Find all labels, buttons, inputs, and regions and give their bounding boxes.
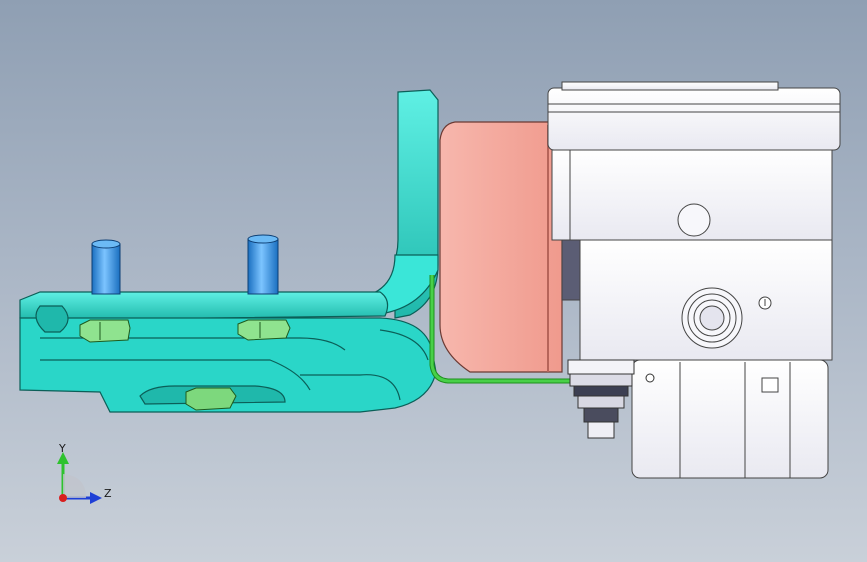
port-main[interactable]	[681, 287, 743, 349]
model-scene[interactable]	[0, 0, 867, 562]
bracket-upper-plate[interactable]	[19, 291, 389, 321]
triad-y-label: Y	[59, 442, 66, 455]
connector-tab[interactable]	[761, 377, 779, 393]
mounting-bracket[interactable]	[19, 89, 439, 413]
housing-ecu-cover[interactable]	[631, 359, 829, 479]
triad-rotation-arc	[63, 474, 86, 498]
port-upper[interactable]	[677, 203, 711, 237]
bracket-slot-left	[35, 305, 69, 333]
housing-valve-side	[561, 239, 581, 301]
studs	[91, 234, 279, 295]
x-axis-dot-icon	[59, 494, 67, 502]
housing-top-lip	[561, 81, 779, 91]
cad-viewport[interactable]: Y Z	[0, 0, 867, 562]
z-axis-arrow-icon	[90, 492, 102, 504]
stud-right[interactable]	[247, 234, 279, 295]
housing-top-cap[interactable]	[547, 87, 841, 151]
coordinate-triad	[57, 452, 102, 504]
nut-right[interactable]	[237, 319, 291, 341]
nut-lower[interactable]	[185, 387, 237, 411]
rubber-pad[interactable]	[439, 121, 563, 373]
triad-z-label: Z	[104, 487, 112, 500]
nut-left[interactable]	[79, 319, 131, 343]
stud-left[interactable]	[91, 239, 121, 295]
